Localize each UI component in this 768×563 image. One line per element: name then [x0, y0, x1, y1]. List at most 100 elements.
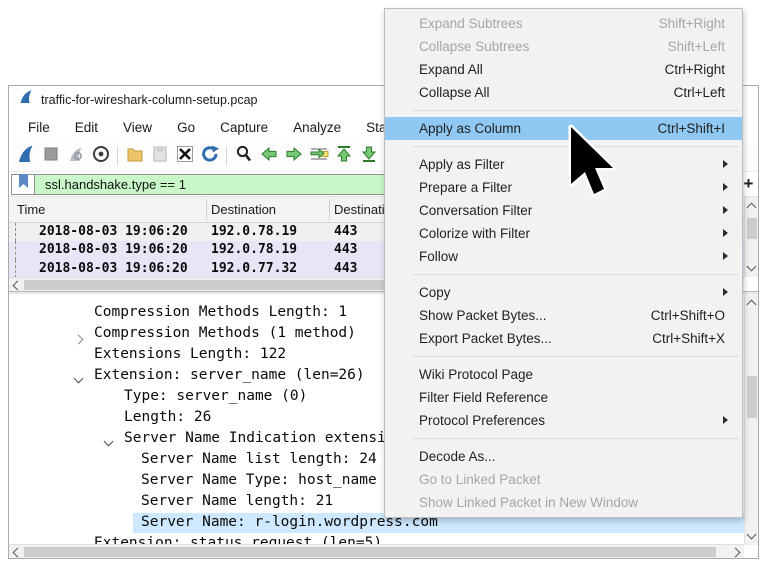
menu-item-follow[interactable]: Follow	[385, 245, 742, 268]
menu-item-apply-as-filter[interactable]: Apply as Filter	[385, 153, 742, 176]
related-packet-line	[15, 223, 16, 241]
open-file-button[interactable]	[122, 144, 147, 168]
menu-item-shortcut: Ctrl+Shift+X	[652, 331, 725, 346]
close-capture-button[interactable]	[172, 144, 197, 168]
menu-item-label: Decode As...	[419, 449, 496, 464]
restart-capture-button[interactable]	[63, 144, 88, 168]
menubar-go[interactable]: Go	[167, 116, 205, 139]
menu-item-export-packet-bytes[interactable]: Export Packet Bytes...Ctrl+Shift+X	[385, 327, 742, 350]
scrollbar-thumb[interactable]	[747, 218, 757, 239]
find-packet-button[interactable]	[231, 144, 256, 168]
menu-item-shortcut: Ctrl+Left	[674, 85, 725, 100]
tree-row-label: Extension: server_name (len=26)	[94, 367, 365, 383]
menubar-file[interactable]: File	[18, 116, 60, 139]
submenu-arrow-icon	[723, 288, 728, 296]
reload-file-button[interactable]	[197, 144, 222, 168]
menu-item-label: Expand All	[419, 62, 483, 77]
start-capture-fin-icon	[16, 144, 36, 169]
scrollbar-thumb[interactable]	[24, 280, 386, 290]
cell-time: 2018-08-03 19:06:20	[39, 242, 188, 257]
display-filter-value: ssl.handshake.type == 1	[35, 177, 186, 192]
menu-item-label: Protocol Preferences	[419, 413, 545, 428]
cell-time: 2018-08-03 19:06:20	[39, 261, 188, 276]
scroll-down-button[interactable]	[744, 529, 758, 543]
capture-options-button[interactable]	[88, 144, 113, 168]
go-first-packet-button[interactable]	[331, 144, 356, 168]
menu-item-label: Expand Subtrees	[419, 16, 523, 31]
menu-item-label: Apply as Column	[419, 121, 521, 136]
go-back-button[interactable]	[256, 144, 281, 168]
wireshark-fin-icon	[18, 89, 34, 110]
filter-bookmark-button[interactable]	[11, 174, 35, 195]
menu-item-label: Collapse Subtrees	[419, 39, 529, 54]
menu-item-label: Collapse All	[419, 85, 490, 100]
menu-item-copy[interactable]: Copy	[385, 281, 742, 304]
go-to-packet-icon	[308, 144, 330, 169]
save-file-icon	[150, 144, 170, 169]
go-forward-button[interactable]	[281, 144, 306, 168]
tree-row-label: Server Name length: 21	[141, 493, 333, 509]
scrollbar-thumb[interactable]	[24, 547, 716, 557]
menu-item-shortcut: Ctrl+Shift+I	[657, 121, 725, 136]
menu-item-shortcut: Shift+Right	[659, 16, 725, 31]
scroll-left-button[interactable]	[9, 545, 23, 559]
column-divider[interactable]	[329, 199, 330, 220]
menu-item-expand-all[interactable]: Expand AllCtrl+Right	[385, 58, 742, 81]
go-last-packet-button[interactable]	[356, 144, 381, 168]
submenu-arrow-icon	[723, 252, 728, 260]
toolbar-separator	[226, 146, 227, 166]
menu-item-expand-subtrees: Expand Subtrees Shift+Right	[385, 12, 742, 35]
toolbar-separator	[117, 146, 118, 166]
menu-item-show-packet-bytes[interactable]: Show Packet Bytes...Ctrl+Shift+O	[385, 304, 742, 327]
window-title: traffic-for-wireshark-column-setup.pcap	[41, 93, 258, 107]
menu-item-colorize-with-filter[interactable]: Colorize with Filter	[385, 222, 742, 245]
details-vscrollbar[interactable]	[744, 294, 758, 545]
tree-row-label: Server Name Type: host_name (0	[141, 472, 403, 488]
menu-item-filter-field-reference[interactable]: Filter Field Reference	[385, 386, 742, 409]
menu-item-apply-as-column[interactable]: Apply as Column Ctrl+Shift+I	[385, 117, 742, 140]
menu-item-wiki-protocol-page[interactable]: Wiki Protocol Page	[385, 363, 742, 386]
menu-item-decode-as[interactable]: Decode As...	[385, 445, 742, 468]
scroll-down-button[interactable]	[744, 261, 758, 275]
menu-item-label: Show Packet Bytes...	[419, 308, 547, 323]
scroll-up-button[interactable]	[744, 199, 758, 213]
menu-item-collapse-all[interactable]: Collapse All Ctrl+Left	[385, 81, 742, 104]
scroll-left-button[interactable]	[9, 278, 23, 292]
details-hscrollbar[interactable]	[9, 544, 744, 558]
go-to-packet-button[interactable]	[306, 144, 331, 168]
menubar-analyze[interactable]: Analyze	[283, 116, 351, 139]
column-header-destination[interactable]: Destination	[211, 197, 276, 222]
menubar-capture[interactable]: Capture	[210, 116, 278, 139]
menu-item-show-linked-packet-in-new-window: Show Linked Packet in New Window	[385, 491, 742, 514]
scroll-up-button[interactable]	[744, 296, 758, 310]
menu-item-prepare-a-filter[interactable]: Prepare a Filter	[385, 176, 742, 199]
add-filter-button[interactable]: +	[741, 174, 756, 195]
menubar-view[interactable]: View	[113, 116, 162, 139]
cell-dest-port: 443	[334, 261, 357, 276]
tree-row-label: Type: server_name (0)	[124, 388, 307, 404]
screen: traffic-for-wireshark-column-setup.pcap …	[0, 0, 768, 563]
menu-item-collapse-subtrees: Collapse SubtreesShift+Left	[385, 35, 742, 58]
tree-row-label: Extensions Length: 122	[94, 346, 286, 362]
menu-separator	[413, 274, 739, 275]
save-file-button[interactable]	[147, 144, 172, 168]
menu-item-label: Filter Field Reference	[419, 390, 548, 405]
menu-item-label: Go to Linked Packet	[419, 472, 541, 487]
start-capture-fin-button[interactable]	[13, 144, 38, 168]
menu-item-label: Apply as Filter	[419, 157, 505, 172]
go-first-packet-icon	[334, 144, 354, 169]
open-file-icon	[125, 144, 145, 169]
menu-item-go-to-linked-packet: Go to Linked Packet	[385, 468, 742, 491]
go-forward-icon	[284, 144, 304, 169]
stop-capture-button[interactable]	[38, 144, 63, 168]
submenu-arrow-icon	[723, 229, 728, 237]
scrollbar-thumb[interactable]	[747, 376, 757, 418]
menubar-edit[interactable]: Edit	[65, 116, 108, 139]
menu-item-conversation-filter[interactable]: Conversation Filter	[385, 199, 742, 222]
scroll-right-button[interactable]	[730, 545, 744, 559]
column-divider[interactable]	[206, 199, 207, 220]
reload-file-icon	[200, 144, 220, 169]
column-header-time[interactable]: Time	[17, 197, 45, 222]
menu-item-protocol-preferences[interactable]: Protocol Preferences	[385, 409, 742, 432]
packet-list-vscrollbar[interactable]	[744, 197, 758, 277]
